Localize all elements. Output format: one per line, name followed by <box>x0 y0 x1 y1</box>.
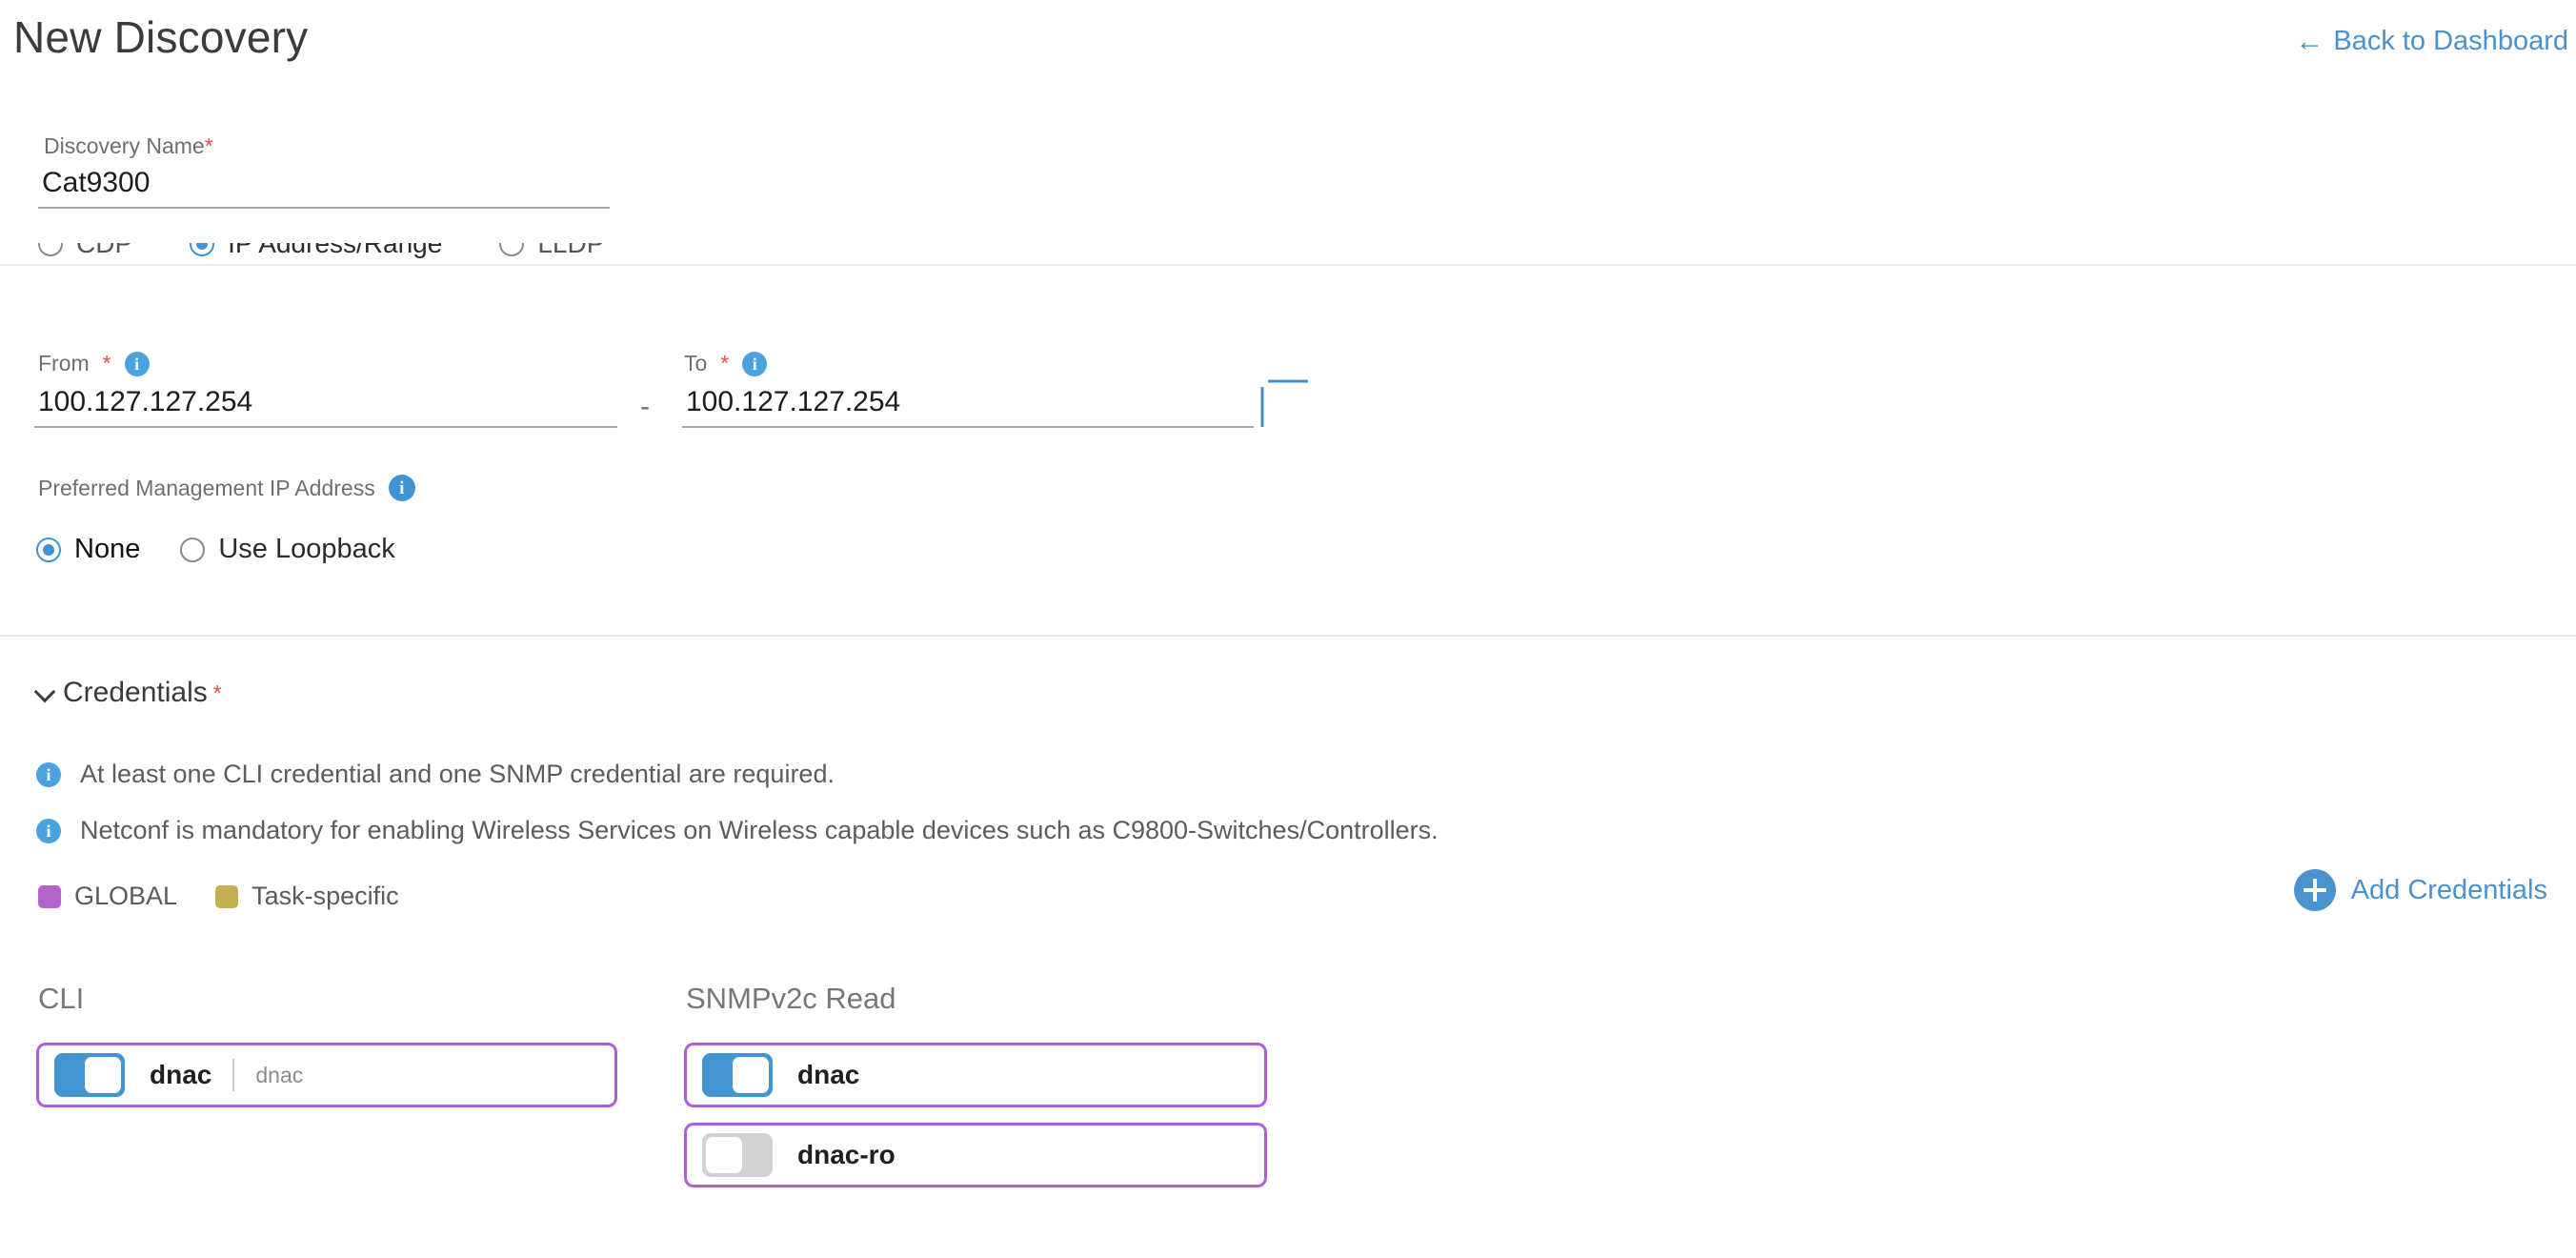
credential-column-cli: CLI dnac dnac <box>36 982 646 1123</box>
legend-label-task-specific: Task-specific <box>252 882 399 910</box>
credential-username-cli-dnac: dnac <box>255 1062 304 1087</box>
credential-column-snmpv2c-read: SNMPv2c Read dnac dnac-ro <box>684 982 1294 1203</box>
radio-option-ip-address-range[interactable]: IP Address/Range <box>190 243 442 259</box>
from-label: From * i <box>38 351 150 376</box>
range-dash: - <box>640 391 650 422</box>
credentials-required-asterisk: * <box>212 680 222 705</box>
new-discovery-page: New Discovery ← Back to Dashboard Discov… <box>0 0 2576 1258</box>
radio-icon-ip-address-range[interactable] <box>190 243 215 256</box>
discovery-type-radio-row: CDP IP Address/Range LLDP <box>0 243 2576 266</box>
required-asterisk: * <box>204 133 213 158</box>
back-to-dashboard-label: Back to Dashboard <box>2333 26 2568 56</box>
add-credentials-button[interactable]: Add Credentials <box>2293 869 2547 911</box>
plus-circle-icon <box>2293 869 2336 911</box>
radio-option-use-loopback[interactable]: Use Loopback <box>180 534 395 565</box>
divider-top <box>0 264 2576 266</box>
radio-icon-none[interactable] <box>36 537 61 562</box>
toggle-snmp-dnac-ro[interactable] <box>702 1133 773 1177</box>
divider-credentials <box>0 635 2576 637</box>
back-arrow-icon: ← <box>2295 25 2324 57</box>
credentials-note-2: i Netconf is mandatory for enabling Wire… <box>36 816 1439 845</box>
radio-label-none: None <box>74 534 141 564</box>
credential-card-snmp-dnac[interactable]: dnac <box>684 1043 1267 1107</box>
credential-column-title-snmpv2c-read: SNMPv2c Read <box>686 982 896 1015</box>
back-to-dashboard-link[interactable]: ← Back to Dashboard <box>2295 26 2568 57</box>
info-icon-preferred-management-ip[interactable]: i <box>388 475 415 501</box>
info-icon-note-1: i <box>36 761 61 787</box>
legend-item-global: GLOBAL <box>38 882 177 911</box>
credential-column-title-cli: CLI <box>38 982 85 1015</box>
credentials-legend: GLOBAL Task-specific <box>38 882 437 911</box>
radio-label-ip-address-range: IP Address/Range <box>228 243 443 258</box>
swatch-global <box>38 884 61 908</box>
radio-label-lldp: LLDP <box>537 243 605 258</box>
discovery-name-label: Discovery Name* <box>44 133 213 159</box>
toggle-snmp-dnac[interactable] <box>702 1053 773 1097</box>
credentials-section-header[interactable]: Credentials * <box>36 677 222 709</box>
credential-name-snmp-dnac: dnac <box>797 1060 860 1089</box>
info-icon-to[interactable]: i <box>742 351 768 376</box>
toggle-cli-dnac[interactable] <box>54 1053 125 1097</box>
preferred-management-ip-radios: None Use Loopback <box>36 534 435 565</box>
credential-separator <box>232 1059 235 1091</box>
from-ip-input[interactable] <box>34 386 617 428</box>
to-label: To * i <box>684 351 768 376</box>
credential-card-snmp-dnac-ro[interactable]: dnac-ro <box>684 1123 1267 1187</box>
radio-option-none[interactable]: None <box>36 534 140 565</box>
to-label-text: To <box>684 351 708 375</box>
to-ip-input[interactable] <box>682 386 1254 428</box>
page-title: New Discovery <box>13 12 309 62</box>
to-required-asterisk: * <box>720 351 730 375</box>
preferred-management-ip-label: Preferred Management IP Address i <box>38 475 415 501</box>
radio-option-cdp[interactable]: CDP <box>38 243 132 259</box>
from-required-asterisk: * <box>102 351 111 375</box>
radio-label-cdp: CDP <box>76 243 133 258</box>
page-header: New Discovery ← Back to Dashboard <box>0 0 2576 95</box>
credentials-section-title: Credentials <box>63 677 208 708</box>
preferred-management-ip-label-text: Preferred Management IP Address <box>38 475 375 500</box>
swatch-task-specific <box>215 884 239 908</box>
info-icon-note-2: i <box>36 818 61 843</box>
info-icon-from[interactable]: i <box>124 351 150 376</box>
discovery-name-input[interactable] <box>38 167 610 209</box>
legend-label-global: GLOBAL <box>74 882 178 910</box>
legend-item-task-specific: Task-specific <box>215 882 399 911</box>
from-label-text: From <box>38 351 90 375</box>
add-credentials-label: Add Credentials <box>2350 874 2547 905</box>
credential-card-cli-dnac[interactable]: dnac dnac <box>36 1043 617 1107</box>
add-ip-range-button[interactable] <box>1262 381 1314 433</box>
radio-icon-use-loopback[interactable] <box>180 537 206 562</box>
discovery-name-label-text: Discovery Name <box>44 133 205 158</box>
credentials-note-1-text: At least one CLI credential and one SNMP… <box>80 760 835 788</box>
credentials-note-2-text: Netconf is mandatory for enabling Wirele… <box>80 816 1439 844</box>
chevron-down-icon[interactable] <box>36 682 57 703</box>
radio-icon-cdp[interactable] <box>38 243 63 256</box>
credential-name-snmp-dnac-ro: dnac-ro <box>797 1140 896 1169</box>
radio-icon-lldp[interactable] <box>499 243 525 256</box>
radio-option-lldp[interactable]: LLDP <box>499 243 604 259</box>
credential-name-cli-dnac: dnac <box>150 1060 212 1089</box>
radio-label-use-loopback: Use Loopback <box>218 534 395 564</box>
credentials-note-1: i At least one CLI credential and one SN… <box>36 760 835 789</box>
